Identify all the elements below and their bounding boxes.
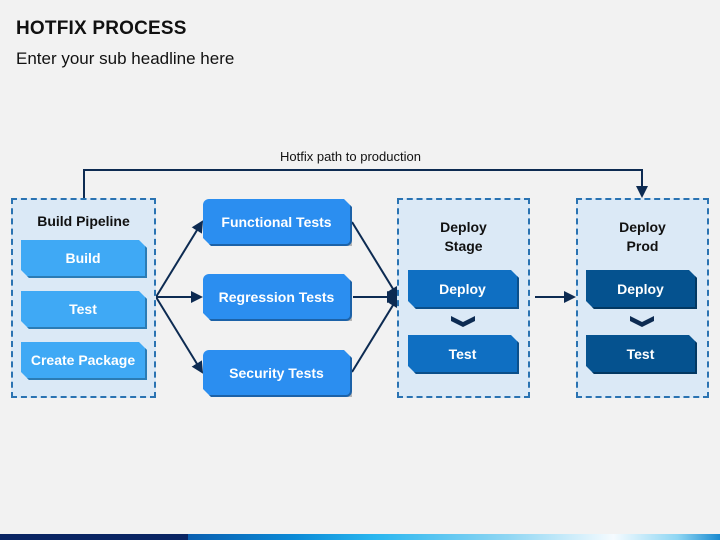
hotfix-path-label: Hotfix path to production xyxy=(280,149,421,164)
regression-tests-box[interactable]: Regression Tests xyxy=(203,274,352,321)
chevron-down-icon xyxy=(630,316,654,327)
deploy-stage-title-line1: Deploy xyxy=(440,219,487,235)
connector-functional-to-stage xyxy=(351,221,400,299)
prod-deploy-step[interactable]: Deploy xyxy=(586,270,697,309)
connector-build-to-functional xyxy=(155,220,204,298)
deploy-stage-title-line2: Stage xyxy=(444,238,483,254)
stage-test-step[interactable]: Test xyxy=(408,335,519,374)
functional-tests-box[interactable]: Functional Tests xyxy=(203,199,352,246)
hotfix-path-connector xyxy=(83,169,648,198)
deploy-prod-title-line1: Deploy xyxy=(619,219,666,235)
security-tests-box[interactable]: Security Tests xyxy=(203,350,352,397)
connector-build-to-security xyxy=(155,296,204,374)
build-step-create-package[interactable]: Create Package xyxy=(21,342,147,380)
chevron-down-icon xyxy=(451,316,475,327)
footer-accent-bar xyxy=(0,534,720,540)
footer-bar-gradient xyxy=(188,534,720,540)
footer-bar-dark xyxy=(0,534,188,540)
stage-deploy-step[interactable]: Deploy xyxy=(408,270,519,309)
connector-security-to-stage xyxy=(351,295,400,373)
build-step-build[interactable]: Build xyxy=(21,240,147,278)
prod-test-step[interactable]: Test xyxy=(586,335,697,374)
deploy-prod-title-line2: Prod xyxy=(626,238,659,254)
build-pipeline-title: Build Pipeline xyxy=(37,213,130,229)
build-step-test[interactable]: Test xyxy=(21,291,147,329)
